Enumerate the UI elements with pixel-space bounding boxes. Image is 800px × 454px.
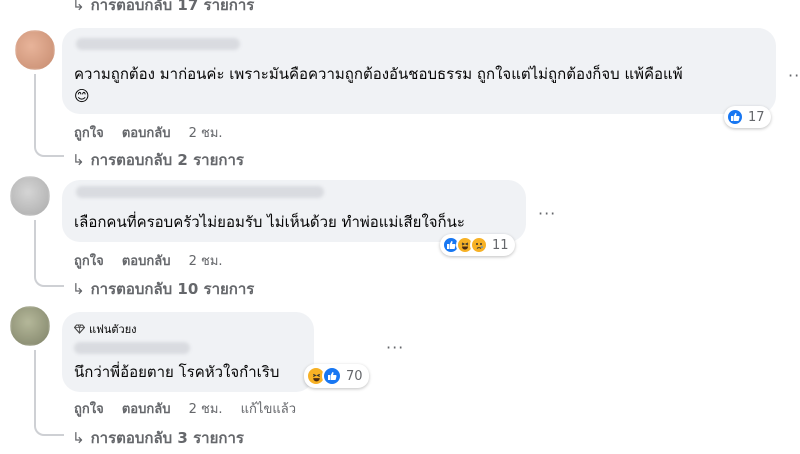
comment-text: เลือกคนที่ครอบครัวไม่ยอมรับ ไม่เห็นด้วย … bbox=[74, 213, 465, 231]
avatar[interactable] bbox=[10, 176, 50, 216]
comment-emoji: 😊 bbox=[74, 87, 90, 105]
thread-line bbox=[34, 74, 36, 138]
like-reaction-icon bbox=[322, 366, 342, 386]
view-replies-link[interactable]: ↳ การตอบกลับ 3 รายการ bbox=[72, 426, 244, 450]
reaction-count: 70 bbox=[346, 368, 363, 384]
view-replies-link[interactable]: ↳ การตอบกลับ 2 รายการ bbox=[72, 148, 244, 172]
diamond-icon bbox=[74, 324, 85, 334]
edited-label[interactable]: แก้ไขแล้ว bbox=[241, 402, 296, 417]
reply-button[interactable]: ตอบกลับ bbox=[122, 402, 171, 417]
reply-button[interactable]: ตอบกลับ bbox=[122, 126, 171, 141]
thread-connector bbox=[34, 412, 64, 436]
thread-line bbox=[34, 220, 36, 266]
reply-button[interactable]: ตอบกลับ bbox=[122, 254, 171, 269]
avatar[interactable] bbox=[10, 306, 50, 346]
comment-timestamp[interactable]: 2 ชม. bbox=[189, 126, 223, 141]
more-options-button[interactable]: ··· bbox=[788, 66, 800, 85]
reaction-count: 17 bbox=[748, 109, 765, 125]
commenter-name-blurred[interactable] bbox=[74, 342, 190, 354]
more-options-button[interactable]: ··· bbox=[538, 204, 556, 223]
comment-timestamp[interactable]: 2 ชม. bbox=[189, 402, 223, 417]
view-replies-link[interactable]: ↳ การตอบกลับ 10 รายการ bbox=[72, 277, 254, 301]
comment-bubble: ความถูกต้อง มาก่อนค่ะ เพราะมันคือความถูก… bbox=[62, 28, 776, 114]
view-replies-link[interactable]: ↳ การตอบกลับ 17 รายการ bbox=[72, 0, 254, 17]
commenter-name-blurred[interactable] bbox=[76, 38, 240, 50]
more-options-button[interactable]: ··· bbox=[386, 338, 404, 357]
thread-connector bbox=[34, 138, 64, 157]
reaction-count: 11 bbox=[492, 237, 509, 253]
comment-text: ความถูกต้อง มาก่อนค่ะ เพราะมันคือความถูก… bbox=[74, 65, 683, 83]
comment-actions: ถูกใจ ตอบกลับ 2 ชม. bbox=[74, 122, 237, 143]
reply-arrow-icon: ↳ bbox=[72, 429, 85, 447]
like-button[interactable]: ถูกใจ bbox=[74, 402, 104, 417]
like-button[interactable]: ถูกใจ bbox=[74, 254, 104, 269]
badge-label: แฟนตัวยง bbox=[89, 323, 137, 336]
comment-bubble: เลือกคนที่ครอบครัวไม่ยอมรับ ไม่เห็นด้วย … bbox=[62, 180, 526, 242]
commenter-name-blurred[interactable] bbox=[76, 186, 324, 198]
reaction-summary[interactable]: 70 bbox=[304, 364, 369, 388]
comment-actions: ถูกใจ ตอบกลับ 2 ชม. bbox=[74, 250, 237, 271]
thread-connector bbox=[34, 266, 64, 287]
avatar[interactable] bbox=[15, 30, 55, 70]
thread-line bbox=[34, 350, 36, 412]
reaction-summary[interactable]: 17 bbox=[724, 106, 771, 128]
reply-arrow-icon: ↳ bbox=[72, 151, 85, 169]
like-button[interactable]: ถูกใจ bbox=[74, 126, 104, 141]
comment-actions: ถูกใจ ตอบกลับ 2 ชม. แก้ไขแล้ว bbox=[74, 398, 310, 419]
comment-timestamp[interactable]: 2 ชม. bbox=[189, 254, 223, 269]
reply-arrow-icon: ↳ bbox=[72, 280, 85, 298]
reply-arrow-icon: ↳ bbox=[72, 0, 85, 14]
reaction-summary[interactable]: 11 bbox=[440, 234, 515, 256]
like-reaction-icon bbox=[726, 108, 744, 126]
comment-text: นึกว่าพี่อ้อยตาย โรคหัวใจกำเริบ bbox=[74, 363, 280, 381]
avatar-image bbox=[10, 306, 50, 346]
avatar-image bbox=[10, 176, 50, 216]
avatar-image bbox=[15, 30, 55, 70]
sad-reaction-icon bbox=[470, 236, 488, 254]
top-fan-badge[interactable]: แฟนตัวยง bbox=[74, 320, 137, 338]
comment-bubble: แฟนตัวยง นึกว่าพี่อ้อยตาย โรคหัวใจกำเริบ bbox=[62, 312, 314, 392]
